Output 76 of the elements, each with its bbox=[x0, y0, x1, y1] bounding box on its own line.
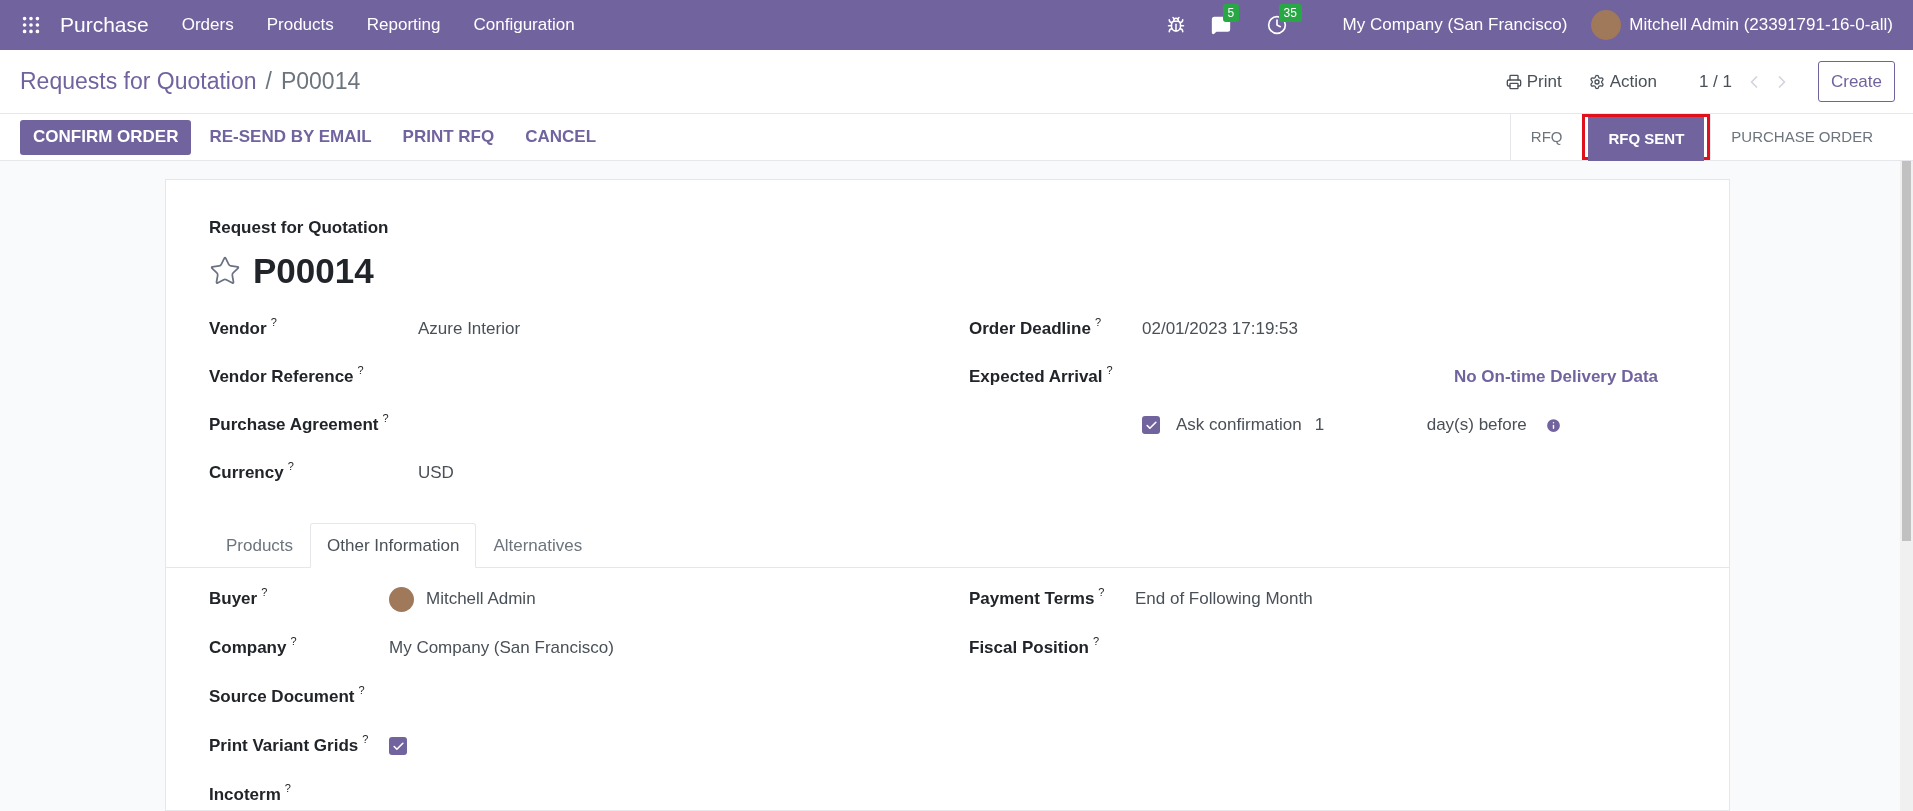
field-label: Source Document bbox=[209, 686, 355, 709]
star-icon[interactable] bbox=[209, 254, 241, 287]
nav-menu-item[interactable]: Orders bbox=[181, 12, 234, 38]
action-button[interactable]: CONFIRM ORDER bbox=[20, 119, 192, 155]
action-button[interactable]: Action bbox=[1588, 68, 1657, 95]
help-mark[interactable]: ? bbox=[357, 362, 364, 379]
status-step[interactable]: PURCHASE ORDER bbox=[1710, 114, 1893, 160]
days-suffix: day(s) before bbox=[1426, 414, 1527, 437]
status-step[interactable]: RFQ bbox=[1509, 114, 1583, 160]
delivery-data-link[interactable]: No On-time Delivery Data bbox=[1453, 364, 1658, 390]
checkbox[interactable] bbox=[1142, 416, 1160, 434]
help-mark[interactable]: ? bbox=[382, 410, 389, 427]
help-mark[interactable]: ? bbox=[270, 314, 277, 331]
nav-menu-item[interactable]: Products bbox=[266, 12, 334, 38]
help-mark[interactable]: ? bbox=[261, 584, 268, 601]
checkbox-label: Ask confirmation bbox=[1176, 414, 1302, 437]
check-icon bbox=[1144, 418, 1158, 432]
print-button[interactable]: Print bbox=[1505, 68, 1562, 95]
form-subtitle: Request for Quotation bbox=[209, 217, 390, 239]
count-badge: 5 bbox=[1222, 4, 1240, 22]
field-label: Company bbox=[209, 637, 287, 660]
breadcrumb-separator: / bbox=[265, 67, 272, 97]
help-mark[interactable]: ? bbox=[1093, 633, 1100, 650]
check-icon bbox=[391, 739, 405, 753]
nav-menu-item[interactable]: Configuration bbox=[473, 12, 575, 38]
help-mark[interactable]: ? bbox=[1098, 584, 1105, 601]
printer-icon bbox=[1505, 73, 1522, 90]
days-value[interactable]: 1 bbox=[1314, 412, 1427, 438]
field-label: Print Variant Grids bbox=[209, 735, 359, 758]
field-label: Incoterm bbox=[209, 784, 281, 807]
field-value[interactable]: USD bbox=[418, 460, 454, 486]
user-menu[interactable]: Mitchell Admin (23391791-16-0-all) bbox=[1629, 12, 1893, 38]
app-name[interactable]: Purchase bbox=[60, 9, 149, 41]
action-button[interactable]: RE-SEND BY EMAIL bbox=[196, 119, 385, 155]
create-button[interactable]: Create bbox=[1817, 60, 1895, 103]
help-mark[interactable]: ? bbox=[358, 682, 365, 699]
status-step[interactable]: RFQ SENT bbox=[1588, 117, 1705, 161]
form-tab[interactable]: Alternatives bbox=[476, 523, 600, 568]
field-label: Vendor bbox=[209, 318, 267, 341]
field-label: Vendor Reference bbox=[209, 366, 354, 389]
action-button[interactable]: PRINT RFQ bbox=[389, 119, 508, 155]
info-icon[interactable] bbox=[1544, 416, 1562, 434]
pager-value: 1 / 1 bbox=[1698, 70, 1732, 93]
user-avatar bbox=[389, 586, 414, 612]
nav-menu-item[interactable]: Reporting bbox=[366, 12, 441, 38]
field-value[interactable]: Mitchell Admin bbox=[426, 586, 536, 612]
field-label: Order Deadline bbox=[969, 318, 1091, 341]
bug-icon[interactable] bbox=[1166, 16, 1185, 34]
field-label: Payment Terms bbox=[969, 588, 1095, 611]
form-tab[interactable]: Other Information bbox=[310, 523, 477, 568]
help-mark[interactable]: ? bbox=[287, 458, 294, 475]
help-mark[interactable]: ? bbox=[1106, 362, 1113, 379]
field-label: Expected Arrival bbox=[969, 366, 1103, 389]
record-name: P00014 bbox=[253, 249, 374, 292]
field-label: Purchase Agreement bbox=[209, 414, 379, 437]
field-label: Buyer bbox=[209, 588, 258, 611]
company-switcher[interactable]: My Company (San Francisco) bbox=[1342, 12, 1568, 38]
breadcrumb-link[interactable]: Requests for Quotation bbox=[20, 64, 257, 99]
breadcrumb-current: P00014 bbox=[280, 67, 361, 97]
field-value[interactable]: 02/01/2023 17:19:53 bbox=[1142, 316, 1298, 342]
field-label: Fiscal Position bbox=[969, 637, 1089, 660]
field-value[interactable]: End of Following Month bbox=[1135, 586, 1313, 612]
apps-menu-icon[interactable] bbox=[20, 14, 42, 36]
field-label: Currency bbox=[209, 462, 284, 485]
help-mark[interactable]: ? bbox=[284, 780, 291, 797]
action-button[interactable]: CANCEL bbox=[512, 119, 610, 155]
help-mark[interactable]: ? bbox=[1094, 314, 1101, 331]
help-mark[interactable]: ? bbox=[362, 731, 369, 748]
count-badge: 35 bbox=[1278, 4, 1302, 22]
clock-icon[interactable] bbox=[1266, 15, 1287, 35]
checkbox[interactable] bbox=[389, 737, 407, 755]
form-tab[interactable]: Products bbox=[209, 523, 311, 568]
field-value[interactable]: Azure Interior bbox=[418, 316, 521, 342]
gear-icon bbox=[1588, 73, 1605, 90]
help-mark[interactable]: ? bbox=[290, 633, 297, 650]
field-value[interactable]: My Company (San Francisco) bbox=[389, 635, 614, 661]
